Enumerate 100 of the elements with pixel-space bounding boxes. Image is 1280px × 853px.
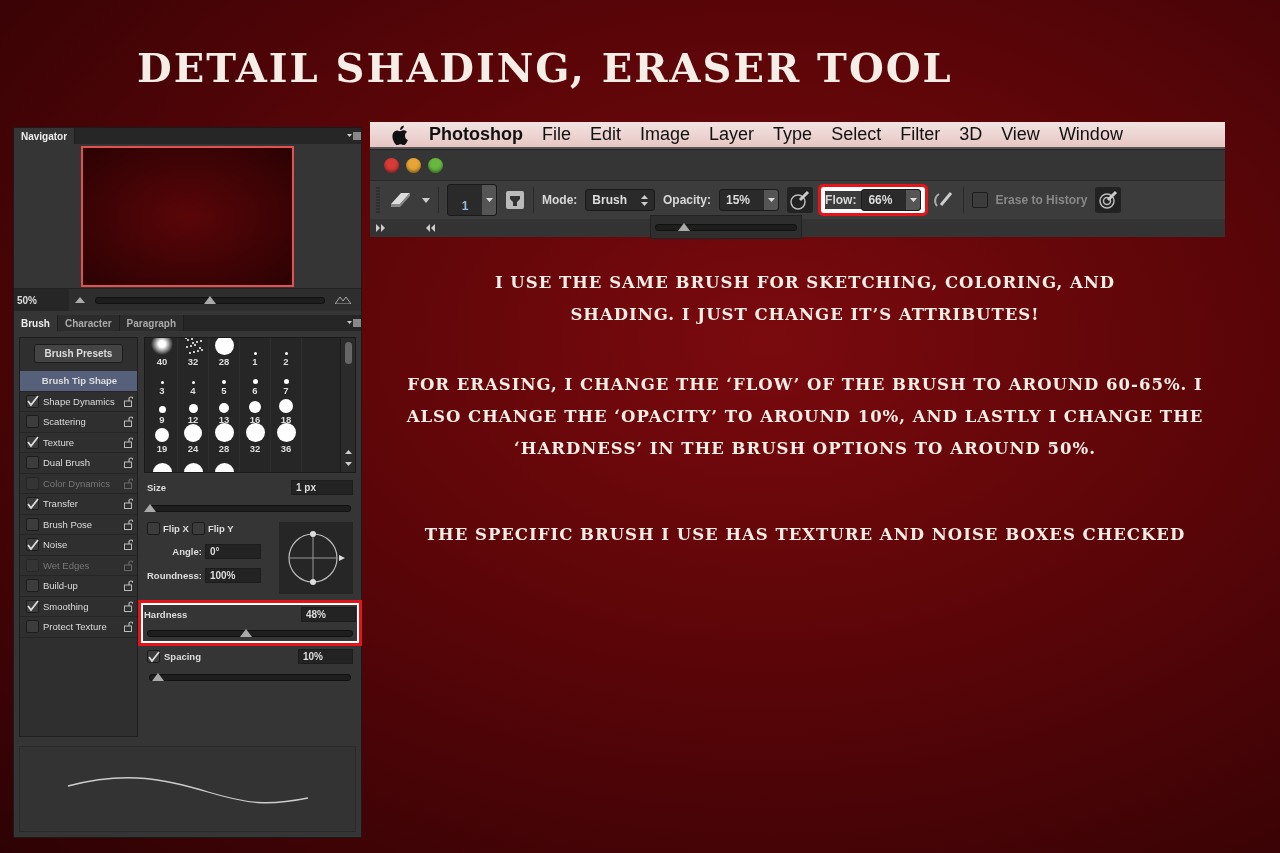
scrollbar-thumb[interactable] bbox=[344, 342, 352, 364]
checkbox[interactable] bbox=[26, 517, 39, 531]
checkbox[interactable] bbox=[972, 192, 989, 208]
round-brush-tip-icon[interactable] bbox=[279, 399, 293, 413]
options-list-item[interactable]: Brush Tip Shape bbox=[20, 371, 137, 392]
round-brush-tip-icon[interactable] bbox=[245, 423, 265, 442]
zoom-value[interactable]: 50% bbox=[14, 289, 69, 311]
angle-roundness-widget[interactable] bbox=[279, 522, 353, 594]
slider-thumb[interactable] bbox=[204, 295, 216, 304]
options-list-item[interactable]: Texture bbox=[43, 436, 120, 448]
checkbox[interactable] bbox=[26, 415, 39, 429]
soft-brush-tip-icon[interactable] bbox=[151, 338, 173, 355]
checkbox[interactable] bbox=[26, 579, 39, 593]
panel-tab[interactable]: Character bbox=[57, 315, 120, 331]
slider-thumb[interactable] bbox=[239, 629, 252, 637]
options-list-item[interactable]: Smoothing bbox=[43, 600, 120, 612]
options-list-item[interactable]: Noise bbox=[43, 539, 120, 551]
unlocked-padlock-icon[interactable] bbox=[124, 395, 133, 407]
zoom-in-icon[interactable] bbox=[335, 296, 351, 304]
panel-tab[interactable]: Brush bbox=[14, 315, 58, 331]
round-brush-tip-icon[interactable] bbox=[158, 406, 166, 413]
unlocked-padlock-icon[interactable] bbox=[124, 498, 133, 510]
unlocked-padlock-icon[interactable] bbox=[124, 580, 133, 592]
round-brush-tip-icon[interactable] bbox=[214, 423, 234, 442]
checkbox[interactable] bbox=[147, 650, 160, 663]
expand-icon[interactable] bbox=[376, 224, 386, 232]
menu-item[interactable]: Layer bbox=[709, 124, 755, 145]
round-brush-tip-icon[interactable] bbox=[249, 401, 261, 413]
round-brush-tip-icon[interactable] bbox=[253, 352, 257, 355]
checkbox[interactable] bbox=[26, 497, 39, 511]
round-brush-tip-icon[interactable] bbox=[160, 381, 164, 384]
mode-select[interactable]: Brush bbox=[585, 189, 655, 211]
checkbox[interactable] bbox=[191, 522, 205, 535]
slider-thumb[interactable] bbox=[678, 222, 690, 231]
menu-item[interactable]: 3D bbox=[959, 124, 983, 145]
caret-icon[interactable] bbox=[422, 197, 430, 203]
brush-size-picker[interactable]: 1 bbox=[447, 184, 497, 216]
collapse-icon[interactable] bbox=[426, 224, 436, 232]
menu-item[interactable]: Photoshop bbox=[429, 124, 523, 145]
size-field[interactable]: 1 px bbox=[291, 480, 353, 495]
checkbox[interactable] bbox=[147, 522, 160, 535]
scroll-down-icon[interactable] bbox=[344, 462, 352, 466]
round-brush-tip-icon[interactable] bbox=[284, 352, 288, 355]
panel-tab[interactable]: Navigator bbox=[14, 128, 76, 144]
unlocked-padlock-icon[interactable] bbox=[124, 539, 133, 551]
pressure-opacity-icon[interactable] bbox=[787, 187, 814, 213]
minimize-button[interactable] bbox=[406, 157, 421, 173]
unlocked-padlock-icon[interactable] bbox=[124, 416, 133, 428]
unlocked-padlock-icon[interactable] bbox=[124, 436, 133, 448]
round-brush-tip-icon[interactable] bbox=[184, 424, 202, 442]
menu-item[interactable]: Select bbox=[831, 124, 882, 145]
round-brush-tip-icon[interactable] bbox=[276, 423, 296, 442]
options-list-item[interactable]: Protect Texture bbox=[43, 621, 120, 633]
round-brush-tip-icon[interactable] bbox=[155, 428, 169, 442]
options-list-item[interactable]: Build-up bbox=[43, 580, 120, 592]
zoom-button[interactable] bbox=[428, 157, 443, 173]
unlocked-padlock-icon[interactable] bbox=[124, 600, 133, 612]
round-brush-tip-icon[interactable] bbox=[283, 379, 289, 384]
menu-item[interactable]: Image bbox=[640, 124, 691, 145]
tablet-pressure-icon[interactable] bbox=[1095, 187, 1122, 213]
menu-item[interactable]: View bbox=[1001, 124, 1040, 145]
round-brush-tip-icon[interactable] bbox=[188, 404, 198, 413]
menu-item[interactable]: Window bbox=[1058, 124, 1123, 145]
menu-item[interactable]: File bbox=[542, 124, 571, 145]
unlocked-padlock-icon[interactable] bbox=[124, 518, 133, 530]
round-brush-tip-icon[interactable] bbox=[219, 403, 229, 413]
brush-presets-button[interactable]: Brush Presets bbox=[33, 344, 124, 363]
round-brush-tip-icon[interactable] bbox=[191, 381, 195, 384]
options-list-item[interactable]: Scattering bbox=[43, 416, 120, 428]
checkbox[interactable] bbox=[26, 599, 39, 613]
checkbox[interactable] bbox=[26, 394, 39, 408]
roundness-field[interactable]: 100% bbox=[204, 568, 261, 583]
checkbox[interactable] bbox=[26, 538, 39, 552]
scatter-brush-tip-icon[interactable] bbox=[182, 338, 204, 355]
flow-field[interactable]: 66% bbox=[861, 189, 922, 211]
opacity-field[interactable]: 15% bbox=[719, 189, 780, 211]
close-button[interactable] bbox=[384, 157, 399, 173]
menu-item[interactable]: Edit bbox=[590, 124, 622, 145]
options-list-item[interactable]: Dual Brush bbox=[43, 457, 120, 469]
menu-item[interactable]: Type bbox=[773, 124, 813, 145]
slider-thumb[interactable] bbox=[144, 504, 156, 512]
panel-menu-icon[interactable] bbox=[347, 131, 361, 141]
panel-tab[interactable]: Paragraph bbox=[119, 315, 185, 331]
checkbox[interactable] bbox=[26, 456, 39, 470]
scroll-up-icon[interactable] bbox=[344, 450, 352, 454]
menu-item[interactable]: Filter bbox=[900, 124, 941, 145]
checkbox[interactable] bbox=[26, 620, 39, 634]
unlocked-padlock-icon[interactable] bbox=[124, 457, 133, 469]
spacing-field[interactable]: 10% bbox=[298, 649, 353, 664]
angle-field[interactable]: 0° bbox=[204, 544, 261, 559]
options-list-item[interactable]: Brush Pose bbox=[43, 518, 120, 530]
options-list-item[interactable]: Shape Dynamics bbox=[43, 395, 120, 407]
options-list-item[interactable]: Transfer bbox=[43, 498, 120, 510]
round-brush-tip-icon[interactable] bbox=[252, 379, 258, 384]
panel-menu-icon[interactable] bbox=[347, 318, 361, 328]
checkbox[interactable] bbox=[26, 435, 39, 449]
zoom-out-icon[interactable] bbox=[75, 297, 85, 303]
hard-brush-tip-icon[interactable] bbox=[214, 338, 234, 355]
hardness-field[interactable]: 48% bbox=[301, 607, 356, 622]
unlocked-padlock-icon[interactable] bbox=[124, 621, 133, 633]
